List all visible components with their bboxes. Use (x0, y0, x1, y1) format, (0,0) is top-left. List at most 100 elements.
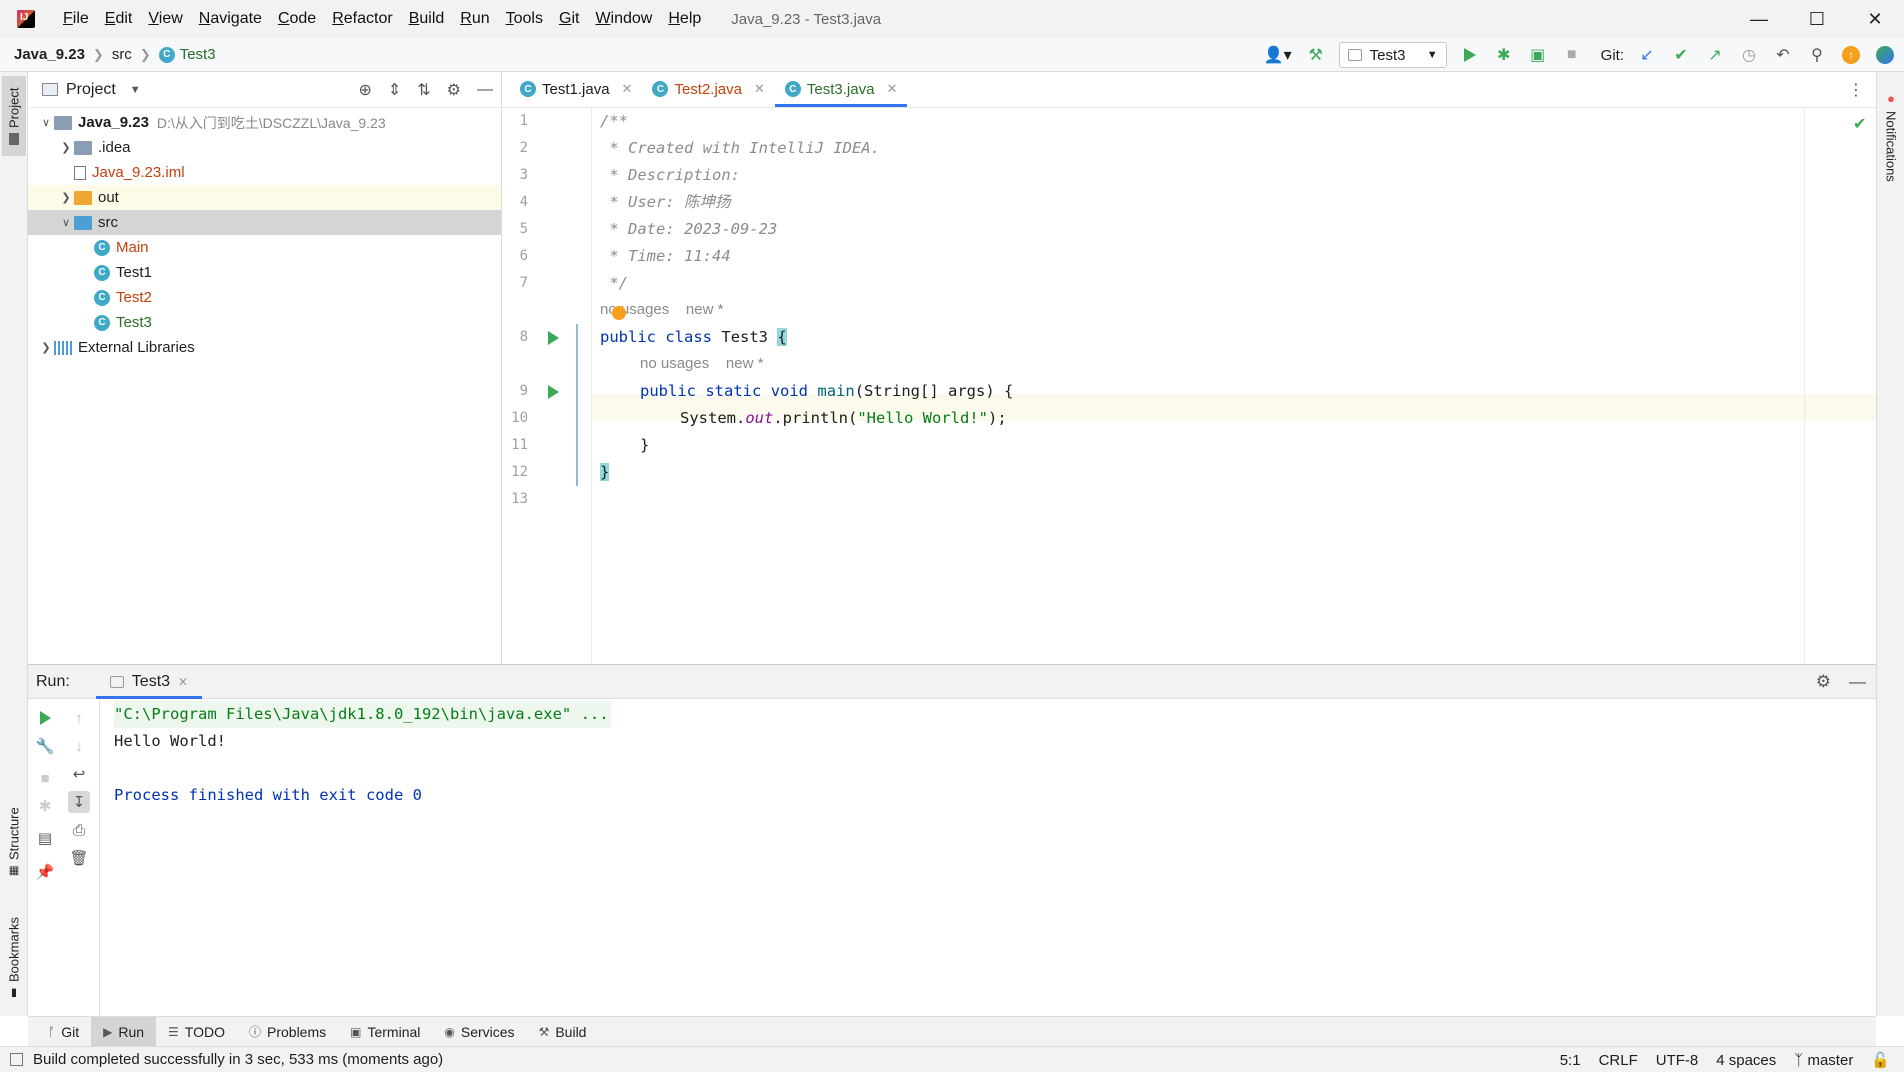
chevron-down-icon[interactable]: ∨ (38, 116, 54, 129)
tree-item[interactable]: Java_9.23.iml (28, 160, 501, 185)
menu-run[interactable]: Run (452, 10, 497, 28)
status-message[interactable]: Build completed successfully in 3 sec, 5… (33, 1051, 443, 1068)
breadcrumb-src[interactable]: src (112, 46, 132, 63)
gear-icon[interactable]: ⚙ (447, 80, 461, 100)
lightbulb-icon[interactable] (612, 306, 626, 320)
chevron-down-icon[interactable]: ▼ (130, 84, 141, 96)
close-window-button[interactable]: ✕ (1846, 0, 1904, 38)
run-tab-test3[interactable]: Test3 ✕ (95, 665, 203, 699)
layout-icon[interactable]: ▤ (34, 827, 56, 849)
print-icon[interactable]: ⎙ (68, 819, 90, 841)
tree-item[interactable]: ∨ src (28, 210, 501, 235)
editor-tab[interactable]: C Test1.java ✕ (510, 71, 642, 107)
pin-icon[interactable]: 📌 (34, 861, 56, 883)
collapse-all-icon[interactable]: ⇅ (417, 80, 430, 100)
tool-tab-git[interactable]: ᚩ Git (36, 1017, 91, 1047)
git-update-icon[interactable]: ↙ (1636, 44, 1658, 66)
no-problems-check-icon[interactable]: ✔ (1853, 114, 1866, 134)
cursor-position[interactable]: 5:1 (1560, 1052, 1581, 1069)
editor-tab[interactable]: C Test3.java ✕ (774, 71, 908, 107)
hide-panel-icon[interactable]: — (1849, 672, 1866, 692)
git-history-icon[interactable]: ◷ (1738, 44, 1760, 66)
code-editor[interactable]: /** * Created with IntelliJ IDEA. * Desc… (600, 108, 1800, 664)
bookmarks-tool-tab[interactable]: ▮ Bookmarks (2, 908, 26, 1008)
lock-icon[interactable]: 🔓 (1871, 1051, 1890, 1069)
project-tool-tab[interactable]: Project (2, 76, 26, 156)
line-separator[interactable]: CRLF (1599, 1052, 1638, 1069)
stop-button[interactable]: ■ (34, 767, 56, 789)
more-options-icon[interactable]: ⋮ (1848, 80, 1864, 100)
tree-item[interactable]: C Test3 (28, 310, 501, 335)
menu-window[interactable]: Window (587, 10, 660, 28)
run-button[interactable] (1459, 44, 1481, 66)
stop-button[interactable]: ■ (1561, 44, 1583, 66)
expand-all-icon[interactable]: ⇕ (388, 80, 401, 100)
menu-build[interactable]: Build (401, 10, 453, 28)
notifications-tool-tab[interactable]: ● Notifications (1879, 76, 1903, 196)
menu-refactor[interactable]: Refactor (324, 10, 400, 28)
restore-layout-icon[interactable]: ✱ (34, 795, 56, 817)
down-arrow-icon[interactable]: ↓ (68, 735, 90, 757)
tool-tab-build[interactable]: ⚒ Build (527, 1017, 599, 1047)
menu-edit[interactable]: Edit (97, 10, 141, 28)
structure-tool-tab[interactable]: ▦ Structure (2, 798, 26, 888)
editor-tab[interactable]: C Test2.java ✕ (642, 71, 774, 107)
search-icon[interactable]: ⚲ (1806, 44, 1828, 66)
tree-item[interactable]: ∨ Java_9.23 D:\从入门到吃土\DSCZZL\Java_9.23 (28, 110, 501, 135)
close-icon[interactable]: ✕ (622, 81, 633, 97)
chevron-right-icon[interactable]: ❯ (38, 341, 54, 354)
maximize-button[interactable]: ☐ (1788, 0, 1846, 38)
status-panel-toggle-icon[interactable] (10, 1053, 23, 1066)
inlay-hint-method[interactable]: no usages new * (640, 352, 763, 376)
tree-item[interactable]: ❯ .idea (28, 135, 501, 160)
tool-tab-services[interactable]: ◉ Services (432, 1017, 526, 1047)
menu-navigate[interactable]: Navigate (191, 10, 270, 28)
user-dropdown-icon[interactable]: 👤▾ (1263, 44, 1293, 66)
tree-item[interactable]: ❯ External Libraries (28, 335, 501, 360)
tool-tab-terminal[interactable]: ▣ Terminal (338, 1017, 432, 1047)
soft-wrap-icon[interactable]: ↩ (68, 763, 90, 785)
rerun-button[interactable] (34, 707, 56, 729)
tool-tab-run[interactable]: ▶ Run (91, 1016, 157, 1047)
menu-git[interactable]: Git (551, 10, 587, 28)
chevron-right-icon[interactable]: ❯ (58, 191, 74, 204)
git-push-icon[interactable]: ↗ (1704, 44, 1726, 66)
up-arrow-icon[interactable]: ↑ (68, 707, 90, 729)
update-icon[interactable]: ↑ (1840, 44, 1862, 66)
scroll-to-end-icon[interactable]: ↧ (68, 791, 90, 813)
vcs-change-marker[interactable] (576, 324, 578, 486)
file-encoding[interactable]: UTF-8 (1656, 1052, 1699, 1069)
tree-item[interactable]: C Test2 (28, 285, 501, 310)
debug-bug-icon[interactable]: ✱ (1493, 44, 1515, 66)
close-icon[interactable]: ✕ (178, 675, 188, 689)
minimize-button[interactable]: — (1730, 0, 1788, 38)
run-class-gutter-icon[interactable] (548, 331, 559, 345)
run-main-gutter-icon[interactable] (548, 385, 559, 399)
chevron-right-icon[interactable]: ❯ (58, 141, 74, 154)
trash-icon[interactable]: 🗑 (68, 847, 90, 869)
coverage-icon[interactable]: ▣ (1527, 44, 1549, 66)
run-configuration-select[interactable]: Test3 ▼ (1338, 42, 1447, 68)
gear-icon[interactable]: ⚙ (1816, 672, 1831, 692)
menu-file[interactable]: File (55, 10, 97, 28)
hide-panel-icon[interactable]: — (477, 81, 493, 99)
rollback-icon[interactable]: ↶ (1772, 44, 1794, 66)
close-icon[interactable]: ✕ (886, 81, 897, 97)
breadcrumb-project[interactable]: Java_9.23 (14, 46, 85, 63)
menu-tools[interactable]: Tools (498, 10, 551, 28)
menu-view[interactable]: View (140, 10, 190, 28)
breadcrumb-file[interactable]: C Test3 (158, 46, 216, 63)
tree-item[interactable]: ❯ out (28, 185, 501, 210)
wrench-icon[interactable]: 🔧 (34, 735, 56, 757)
tool-tab-todo[interactable]: ☰ TODO (156, 1017, 237, 1047)
indent-setting[interactable]: 4 spaces (1716, 1052, 1776, 1069)
tree-item[interactable]: C Main (28, 235, 501, 260)
locate-icon[interactable]: ⊕ (358, 80, 371, 100)
console-output[interactable]: "C:\Program Files\Java\jdk1.8.0_192\bin\… (114, 699, 1876, 1016)
menu-code[interactable]: Code (270, 10, 324, 28)
menu-help[interactable]: Help (660, 10, 709, 28)
tree-item[interactable]: C Test1 (28, 260, 501, 285)
close-icon[interactable]: ✕ (754, 81, 765, 97)
jetbrains-toolbox-icon[interactable] (1874, 44, 1896, 66)
git-branch-widget[interactable]: ᛉ master (1794, 1052, 1853, 1069)
